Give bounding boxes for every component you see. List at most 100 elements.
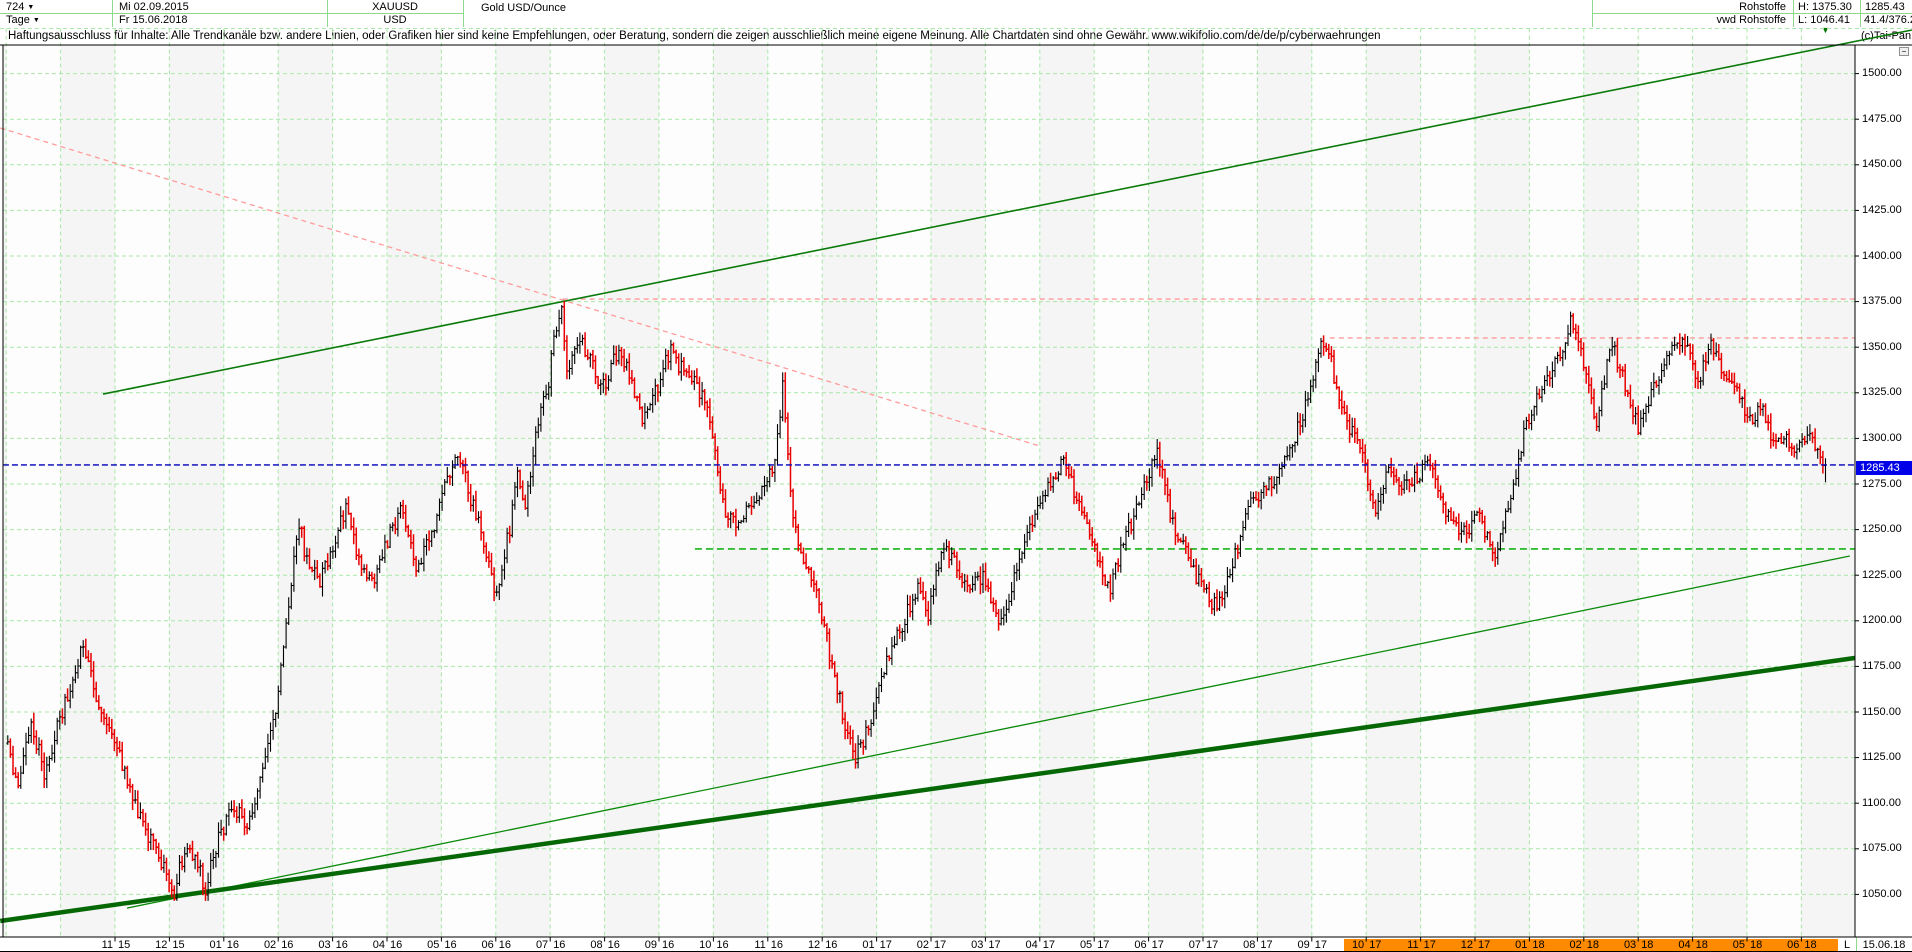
year-label: 17 (1478, 939, 1490, 951)
price-tick-label: 1050.00 (1862, 888, 1912, 901)
year-label: 17 (880, 939, 892, 951)
year-label: 16 (771, 939, 783, 951)
month-label: 01 (198, 939, 222, 951)
price-tick-label: 1150.00 (1862, 706, 1912, 719)
month-label: 12 (796, 939, 820, 951)
month-label: 06 (1775, 939, 1799, 951)
year-label: 17 (1097, 939, 1109, 951)
month-label: 11 (742, 939, 766, 951)
instrument-name: Gold USD/Ounce (481, 2, 781, 15)
price-tick-label: 1400.00 (1862, 250, 1912, 263)
price-tick-label: 1200.00 (1862, 614, 1912, 627)
year-label: 17 (934, 939, 946, 951)
month-label: 08 (579, 939, 603, 951)
chart-canvas[interactable] (3, 45, 1855, 937)
month-label: 12 (1449, 939, 1473, 951)
year-label: 17 (1260, 939, 1272, 951)
year-label: 16 (716, 939, 728, 951)
disclaimer-text: Haftungsausschluss für Inhalte: Alle Tre… (8, 30, 1381, 42)
taipan-chart-window: 724▼ Mi 02.09.2015 XAUUSD Gold USD/Ounce… (0, 0, 1912, 952)
month-label: 03 (959, 939, 983, 951)
year-label: 16 (227, 939, 239, 951)
period-unit-value: Tage (6, 14, 30, 26)
month-label: 01 (851, 939, 875, 951)
month-label: 02 (1558, 939, 1582, 951)
header-row-divider (0, 13, 463, 14)
month-label: 07 (1177, 939, 1201, 951)
month-label: 01 (1503, 939, 1527, 951)
month-label: 12 (143, 939, 167, 951)
price-tick-label: 1425.00 (1862, 204, 1912, 217)
month-label: 02 (252, 939, 276, 951)
year-label: 17 (1043, 939, 1055, 951)
header-separator (463, 0, 464, 27)
month-label: 04 (361, 939, 385, 951)
price-tick-label: 1325.00 (1862, 386, 1912, 399)
data-feed-label: vwd Rohstoffe (1592, 14, 1786, 27)
year-label: 16 (608, 939, 620, 951)
month-label: 10 (687, 939, 711, 951)
year-label: 18 (1804, 939, 1816, 951)
year-label: 17 (988, 939, 1000, 951)
month-label: 03 (307, 939, 331, 951)
month-label: 09 (1286, 939, 1310, 951)
month-label: 06 (470, 939, 494, 951)
year-label: 16 (444, 939, 456, 951)
year-label: 16 (662, 939, 674, 951)
month-label: 05 (415, 939, 439, 951)
price-tick-label: 1475.00 (1862, 113, 1912, 126)
year-label: 16 (553, 939, 565, 951)
copyright-label: (c)Tai-Pan (1861, 30, 1911, 43)
month-label: 11 (1395, 939, 1419, 951)
month-label: 05 (1721, 939, 1745, 951)
price-tick-label: 1300.00 (1862, 432, 1912, 445)
year-label: 17 (1206, 939, 1218, 951)
last-date-label: 15.06.18 (1857, 939, 1911, 951)
month-label: 02 (905, 939, 929, 951)
end-date-field[interactable]: Fr 15.06.2018 (119, 14, 319, 27)
year-label: 16 (390, 939, 402, 951)
year-label: 16 (336, 939, 348, 951)
chevron-down-icon: ▼ (33, 17, 40, 24)
price-tick-label: 1175.00 (1862, 660, 1912, 673)
price-tick-label: 1375.00 (1862, 295, 1912, 308)
current-price-badge: 1285.43 (1856, 461, 1912, 475)
month-label: 04 (1014, 939, 1038, 951)
year-label: 18 (1587, 939, 1599, 951)
month-label: 05 (1068, 939, 1092, 951)
period-unit-dropdown[interactable]: Tage▼ (6, 14, 106, 27)
collapse-scale-button[interactable]: − (1899, 47, 1909, 56)
year-label: 17 (1152, 939, 1164, 951)
price-tick-label: 1225.00 (1862, 569, 1912, 582)
change-info-label: 41.4/376.2 (1864, 14, 1912, 27)
header-row-divider (1592, 13, 1912, 14)
year-label: 15 (172, 939, 184, 951)
month-label: 06 (1123, 939, 1147, 951)
period-count-value: 724 (6, 1, 24, 13)
scroll-marker-icon: ▼ (1821, 26, 1830, 35)
year-label: 17 (1315, 939, 1327, 951)
price-tick-label: 1450.00 (1862, 158, 1912, 171)
price-tick-label: 1275.00 (1862, 478, 1912, 491)
chevron-down-icon: ▼ (27, 4, 34, 11)
year-label: 15 (118, 939, 130, 951)
month-label: 07 (524, 939, 548, 951)
axis-end-marker: L (1840, 939, 1854, 951)
year-label: 18 (1750, 939, 1762, 951)
month-label: 03 (1612, 939, 1636, 951)
year-label: 17 (1424, 939, 1436, 951)
year-label: 16 (281, 939, 293, 951)
price-tick-label: 1100.00 (1862, 797, 1912, 810)
price-tick-label: 1125.00 (1862, 751, 1912, 764)
year-label: 16 (825, 939, 837, 951)
year-label: 18 (1641, 939, 1653, 951)
year-label: 18 (1696, 939, 1708, 951)
price-tick-label: 1500.00 (1862, 67, 1912, 80)
month-label: 10 (1340, 939, 1364, 951)
year-label: 18 (1532, 939, 1544, 951)
year-label: 17 (1369, 939, 1381, 951)
currency-label: USD (327, 14, 463, 27)
year-label: 16 (499, 939, 511, 951)
price-tick-label: 1350.00 (1862, 341, 1912, 354)
month-label: 08 (1231, 939, 1255, 951)
